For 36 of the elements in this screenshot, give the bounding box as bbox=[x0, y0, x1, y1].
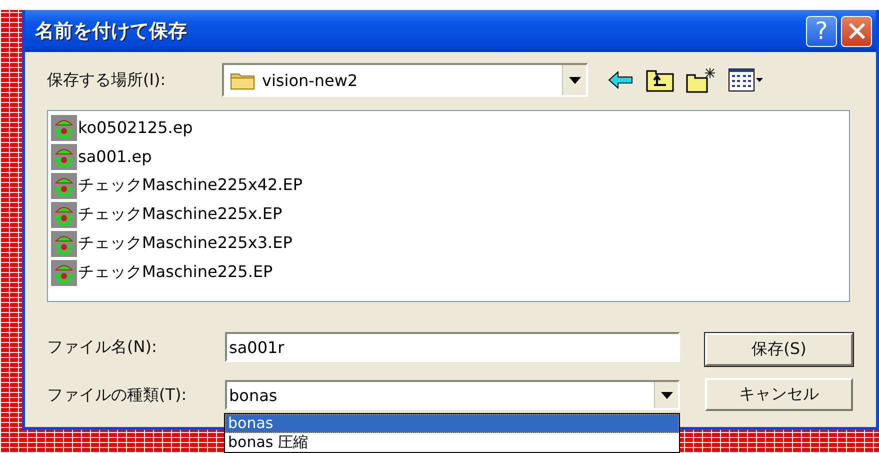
help-button[interactable]: ? bbox=[806, 16, 837, 46]
caret-icon bbox=[568, 76, 580, 84]
cancel-button[interactable]: キャンセル bbox=[705, 378, 853, 411]
save-button[interactable]: 保存(S) bbox=[705, 333, 853, 366]
file-type-option[interactable]: bonas bbox=[225, 414, 679, 433]
new-folder-icon[interactable] bbox=[686, 67, 716, 93]
file-type-option[interactable]: bonas 圧縮 bbox=[225, 433, 679, 452]
file-item[interactable]: チェックMaschine225x3.EP bbox=[51, 229, 846, 258]
file-item[interactable]: sa001.ep bbox=[51, 142, 846, 171]
file-name-label: ファイル名(N): bbox=[47, 336, 158, 358]
file-item[interactable]: チェックMaschine225x42.EP bbox=[51, 171, 846, 200]
file-icon bbox=[51, 230, 77, 256]
file-type-dropdown[interactable]: bonas bbox=[225, 380, 680, 410]
dropdown-button[interactable] bbox=[654, 382, 678, 408]
close-button[interactable] bbox=[841, 16, 872, 46]
location-dropdown[interactable]: vision-new2 bbox=[222, 63, 588, 97]
caret-icon bbox=[660, 392, 672, 398]
back-arrow-icon[interactable] bbox=[608, 70, 634, 90]
file-icon bbox=[51, 114, 77, 140]
window-title: 名前を付けて保存 bbox=[35, 19, 188, 44]
file-item[interactable]: チェックMaschine225x.EP bbox=[51, 200, 846, 229]
location-label: 保存する場所(I): bbox=[47, 70, 167, 90]
close-icon bbox=[846, 21, 866, 41]
file-icon bbox=[51, 144, 77, 170]
file-item[interactable]: ko0502125.ep bbox=[51, 113, 846, 142]
file-item[interactable]: チェックMaschine225.EP bbox=[51, 258, 846, 287]
file-icon bbox=[51, 260, 77, 286]
file-type-value: bonas bbox=[229, 386, 278, 404]
view-menu-icon[interactable] bbox=[728, 68, 764, 92]
file-name-field[interactable]: sa001r bbox=[225, 332, 680, 362]
file-type-label: ファイルの種類(T): bbox=[47, 384, 188, 406]
file-icon bbox=[51, 202, 77, 228]
up-folder-icon[interactable] bbox=[646, 68, 674, 92]
dropdown-button[interactable] bbox=[562, 65, 586, 95]
file-icon bbox=[51, 172, 77, 198]
location-value: vision-new2 bbox=[262, 70, 359, 90]
